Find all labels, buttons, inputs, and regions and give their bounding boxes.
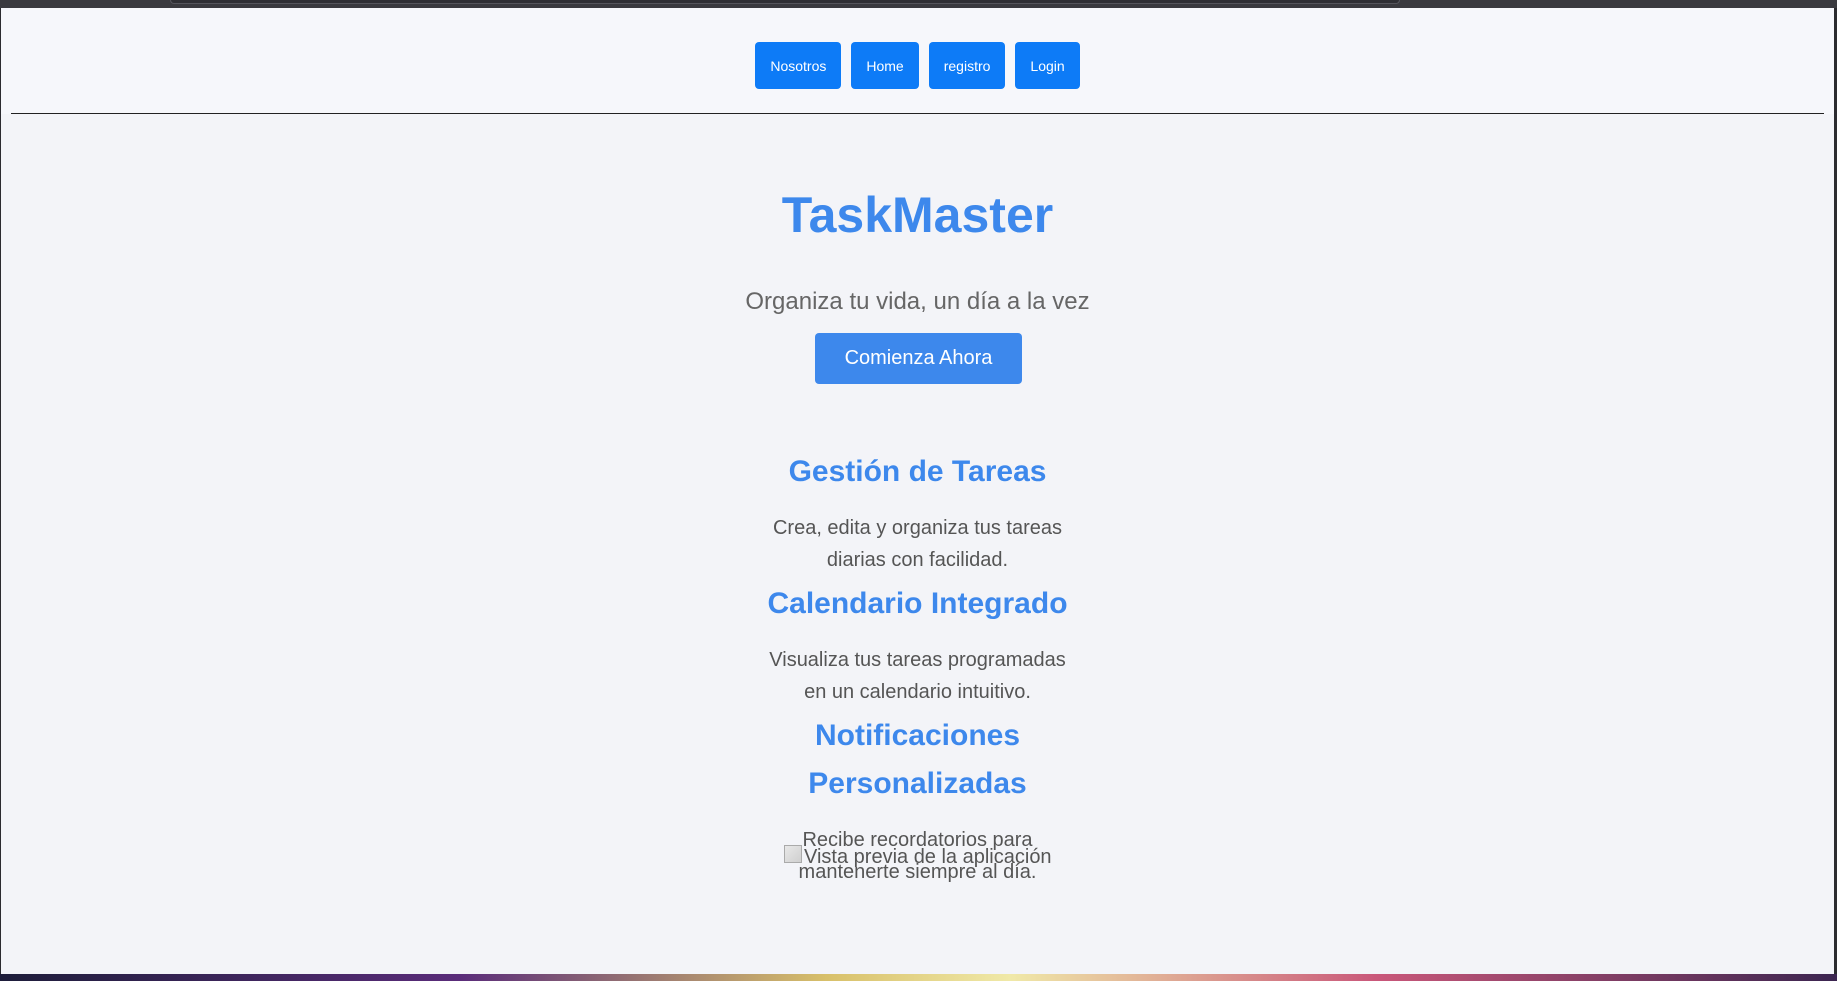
address-bar-edge[interactable] [170, 0, 1400, 4]
nav-button-nosotros[interactable]: Nosotros [755, 42, 842, 89]
feature-desc-calendar: Visualiza tus tareas programadas en un c… [1, 644, 1834, 708]
feature-desc-line: Visualiza tus tareas programadas [769, 649, 1066, 671]
preview-alt-text: Vista previa de la aplicación [804, 846, 1052, 868]
page: Nosotros Home registro Login TaskMaster … [1, 8, 1834, 974]
feature-title-tasks: Gestión de Tareas [788, 455, 1047, 488]
nav-button-group: Nosotros Home registro Login [1, 42, 1834, 89]
feature-desc-line: Crea, edita y organiza tus tareas [772, 517, 1063, 539]
nav-button-home[interactable]: Home [851, 42, 919, 89]
feature-desc-line: diarias con facilidad. [826, 549, 1009, 571]
top-nav: Nosotros Home registro Login [1, 8, 1834, 114]
app-preview-image: Vista previa de la aplicación [784, 844, 1052, 869]
tagline: Organiza tu vida, un día a la vez [745, 288, 1090, 315]
nav-button-login[interactable]: Login [1015, 42, 1080, 89]
app-title: TaskMaster [781, 187, 1054, 243]
broken-image-icon [784, 844, 802, 863]
nav-button-registro[interactable]: registro [928, 42, 1006, 89]
feature-title-line: Notificaciones [814, 719, 1021, 752]
desktop-wallpaper-strip [0, 974, 1837, 981]
nav-divider [11, 113, 1824, 114]
browser-top-bar [0, 0, 1837, 8]
get-started-button[interactable]: Comienza Ahora [815, 333, 1022, 384]
feature-title-calendar: Calendario Integrado [767, 587, 1068, 620]
feature-desc-line: en un calendario intuitivo. [804, 681, 1031, 703]
feature-title-notifications: Notificaciones Personalizadas [1, 712, 1834, 808]
feature-title-line: Personalizadas [808, 767, 1027, 800]
feature-desc-tasks: Crea, edita y organiza tus tareas diaria… [1, 512, 1834, 576]
